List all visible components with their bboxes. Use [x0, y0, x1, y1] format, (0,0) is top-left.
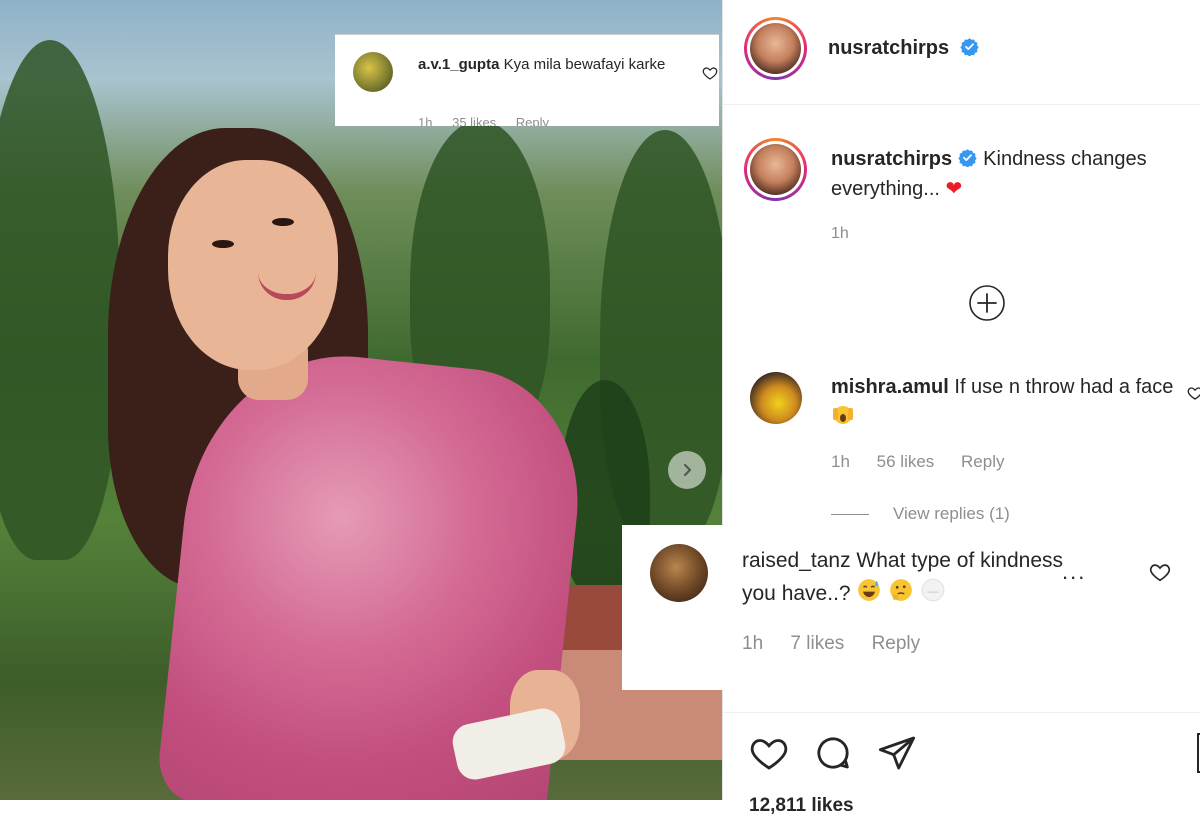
verified-badge-icon: [958, 149, 977, 167]
likes-count[interactable]: 12,811 likes: [749, 795, 854, 817]
heart-icon[interactable]: [1149, 561, 1171, 583]
grinning-sweat-emoji-icon: [858, 579, 881, 601]
caption-username[interactable]: nusratchirps: [831, 148, 952, 170]
comment-time: 1h: [742, 633, 764, 654]
comment-meta: 1h 56 likes Reply: [831, 452, 1027, 472]
comment-meta: 1h 35 likes Reply: [418, 115, 565, 126]
faded-face-emoji-icon: [921, 578, 945, 602]
person-face: [168, 160, 338, 370]
view-replies-button[interactable]: View replies (1): [831, 504, 1010, 524]
comment-bubble-icon[interactable]: [813, 733, 853, 773]
avatar[interactable]: [744, 138, 807, 201]
comment-meta: 1h 7 likes Reply: [742, 633, 942, 655]
person-eye: [212, 240, 234, 248]
comment-time: 1h: [831, 452, 850, 471]
paper-plane-icon[interactable]: [877, 733, 917, 773]
overlay-comment-bottom: raised_tanz What type of kindness you ha…: [622, 525, 1200, 690]
post-caption: nusratchirps Kindness changes everything…: [831, 144, 1176, 204]
avatar[interactable]: [744, 17, 807, 80]
header-username-row: nusratchirps: [828, 37, 979, 60]
comment-body: Kya mila bewafayi karke: [503, 56, 666, 73]
post-header: nusratchirps: [723, 0, 1200, 105]
view-replies-label[interactable]: View replies (1): [893, 504, 1010, 524]
comment-text: raised_tanz What type of kindness you ha…: [742, 545, 1082, 610]
screaming-face-emoji-icon: [833, 406, 853, 424]
heart-icon[interactable]: [1187, 385, 1200, 401]
comment-body: If use n throw had a face: [954, 376, 1174, 398]
comment-likes[interactable]: 56 likes: [877, 452, 935, 471]
plus-circle-icon[interactable]: [968, 284, 1006, 322]
comment-text: a.v.1_gupta Kya mila bewafayi karke: [418, 54, 688, 76]
chevron-right-icon: [683, 463, 692, 477]
comment-likes[interactable]: 35 likes: [452, 115, 496, 126]
caption-time: 1h: [831, 225, 849, 242]
reply-button[interactable]: Reply: [872, 633, 921, 654]
comment-time: 1h: [418, 115, 433, 126]
comment-likes[interactable]: 7 likes: [790, 633, 844, 654]
avatar[interactable]: [353, 52, 393, 92]
reply-button[interactable]: Reply: [516, 115, 549, 126]
comment-username[interactable]: mishra.amul: [831, 376, 949, 398]
post-actions-bar: 12,811 likes: [723, 712, 1200, 816]
heart-icon[interactable]: [749, 733, 789, 773]
comment-username[interactable]: raised_tanz: [742, 549, 851, 572]
red-heart-emoji: ❤: [945, 178, 963, 200]
overlay-comment-top: a.v.1_gupta Kya mila bewafayi karke 1h 3…: [335, 34, 719, 126]
avatar[interactable]: [650, 544, 708, 602]
comment-text: mishra.amul If use n throw had a face: [831, 372, 1176, 432]
verified-badge-icon: [959, 38, 979, 56]
person-eye: [272, 218, 294, 226]
comment-username[interactable]: a.v.1_gupta: [418, 56, 499, 73]
header-username[interactable]: nusratchirps: [828, 37, 949, 59]
avatar[interactable]: [750, 372, 802, 424]
carousel-next-button[interactable]: [668, 451, 706, 489]
more-options-button[interactable]: ...: [1062, 559, 1086, 585]
background-tree: [0, 40, 120, 560]
replies-divider: [831, 513, 869, 515]
thinking-face-emoji-icon: [890, 579, 913, 601]
reply-button[interactable]: Reply: [961, 452, 1004, 471]
heart-icon[interactable]: [702, 65, 718, 81]
